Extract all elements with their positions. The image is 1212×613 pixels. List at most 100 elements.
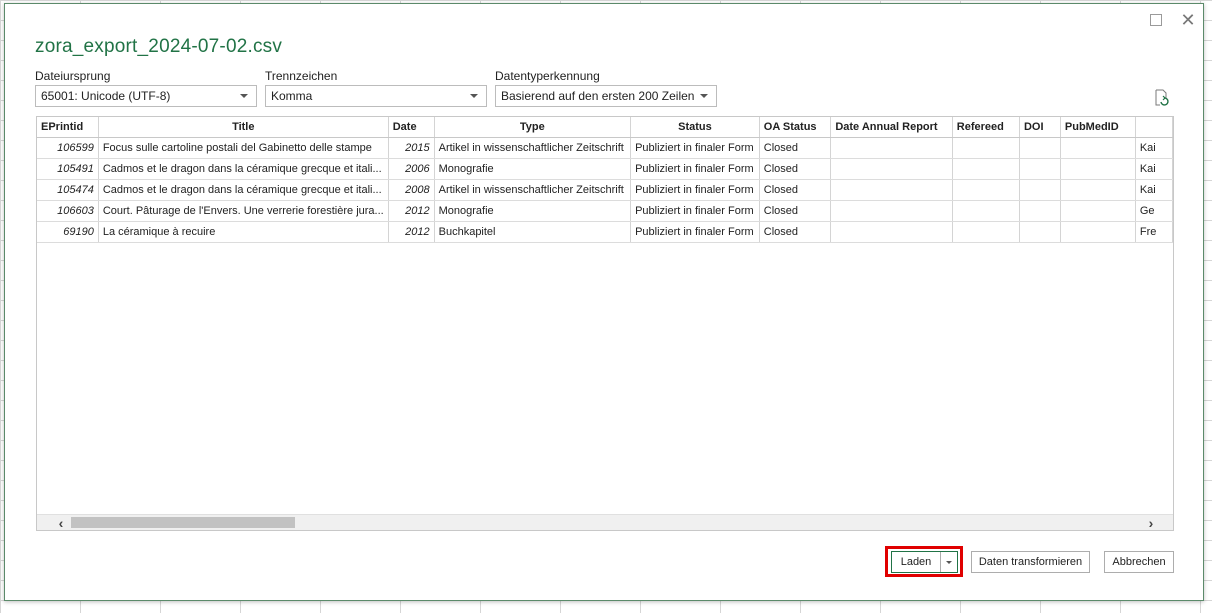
table-cell: Kai [1135, 137, 1173, 159]
preview-grid: EPrintid Title Date Type Status OA Statu… [36, 116, 1174, 531]
column-header[interactable] [1135, 117, 1173, 138]
table-cell: Publiziert in finaler Form [630, 137, 760, 159]
delimiter-select[interactable]: Komma [265, 85, 487, 107]
origin-value: 65001: Unicode (UTF-8) [41, 89, 171, 103]
table-cell [1060, 158, 1136, 180]
column-header[interactable]: PubMedID [1060, 117, 1136, 138]
column-header[interactable]: Title [98, 117, 389, 138]
table-cell: Closed [759, 179, 832, 201]
table-cell: Publiziert in finaler Form [630, 200, 760, 222]
table-cell: 2008 [388, 179, 435, 201]
table-cell: Ge [1135, 200, 1173, 222]
table-row: 105474 Cadmos et le dragon dans la cérami… [37, 179, 1173, 201]
chevron-down-icon [946, 560, 952, 564]
load-options-dropdown[interactable] [941, 552, 957, 572]
load-split-button[interactable]: Laden [891, 551, 958, 573]
dialog-title: zora_export_2024-07-02.csv [35, 36, 283, 57]
column-header[interactable]: Status [630, 117, 760, 138]
maximize-icon[interactable] [1145, 10, 1167, 30]
table-cell [952, 200, 1020, 222]
table-cell [830, 179, 953, 201]
table-cell [830, 158, 953, 180]
import-dialog: ✕ zora_export_2024-07-02.csv Dateiurspru… [4, 3, 1204, 601]
column-header[interactable]: OA Status [759, 117, 832, 138]
chevron-down-icon [240, 94, 248, 98]
table-cell: 105474 [37, 179, 99, 201]
table-cell: 105491 [37, 158, 99, 180]
table-cell: Artikel in wissenschaftlicher Zeitschrif… [434, 179, 632, 201]
preview-table: EPrintid Title Date Type Status OA Statu… [37, 117, 1173, 243]
column-header[interactable]: Type [434, 117, 632, 138]
table-cell: 106599 [37, 137, 99, 159]
table-cell: Focus sulle cartoline postali del Gabine… [98, 137, 389, 159]
table-cell: Fre [1135, 221, 1173, 243]
table-cell: Monografie [434, 158, 632, 180]
table-cell [1060, 221, 1136, 243]
column-header[interactable]: Refereed [952, 117, 1020, 138]
delimiter-label: Trennzeichen [265, 69, 338, 83]
table-cell: Artikel in wissenschaftlicher Zeitschrif… [434, 137, 632, 159]
table-cell: Closed [759, 158, 832, 180]
table-cell [952, 221, 1020, 243]
close-icon[interactable]: ✕ [1177, 10, 1199, 30]
table-cell [952, 158, 1020, 180]
table-cell [1060, 137, 1136, 159]
type-detection-select[interactable]: Basierend auf den ersten 200 Zeilen [495, 85, 717, 107]
chevron-left-icon[interactable]: ‹ [53, 515, 69, 531]
table-cell [1019, 158, 1061, 180]
cancel-button[interactable]: Abbrechen [1104, 551, 1174, 573]
delimiter-value: Komma [271, 89, 313, 103]
table-cell [1060, 200, 1136, 222]
table-cell: Court. Pâturage de l'Envers. Une verreri… [98, 200, 389, 222]
column-header[interactable]: DOI [1019, 117, 1061, 138]
column-header[interactable]: Date [388, 117, 435, 138]
table-cell: Closed [759, 221, 832, 243]
table-cell: Kai [1135, 158, 1173, 180]
table-cell: Closed [759, 200, 832, 222]
table-cell [830, 137, 953, 159]
chevron-right-icon[interactable]: › [1143, 515, 1159, 531]
table-cell [1060, 179, 1136, 201]
table-cell: Cadmos et le dragon dans la céramique gr… [98, 179, 389, 201]
table-row: 106599 Focus sulle cartoline postali del … [37, 137, 1173, 159]
table-cell: 69190 [37, 221, 99, 243]
table-cell [1019, 221, 1061, 243]
table-cell: Buchkapitel [434, 221, 632, 243]
table-row: 105491 Cadmos et le dragon dans la cérami… [37, 158, 1173, 180]
horizontal-scrollbar[interactable]: ‹ › [37, 514, 1173, 530]
table-row: 106603 Court. Pâturage de l'Envers. Une v… [37, 200, 1173, 222]
origin-select[interactable]: 65001: Unicode (UTF-8) [35, 85, 257, 107]
table-cell: 2015 [388, 137, 435, 159]
table-cell: Publiziert in finaler Form [630, 179, 760, 201]
header-row: EPrintid Title Date Type Status OA Statu… [37, 117, 1173, 138]
table-cell: Publiziert in finaler Form [630, 221, 760, 243]
table-cell: Closed [759, 137, 832, 159]
table-cell [952, 179, 1020, 201]
table-cell [952, 137, 1020, 159]
column-header[interactable]: Date Annual Report [830, 117, 953, 138]
type-detection-label: Datentyperkennung [495, 69, 600, 83]
origin-label: Dateiursprung [35, 69, 111, 83]
table-cell: Monografie [434, 200, 632, 222]
table-cell [830, 200, 953, 222]
chevron-down-icon [700, 94, 708, 98]
table-row: 69190 La céramique à recuire 2012 Buchkapit… [37, 221, 1173, 243]
table-cell: Cadmos et le dragon dans la céramique gr… [98, 158, 389, 180]
chevron-down-icon [470, 94, 478, 98]
type-detection-value: Basierend auf den ersten 200 Zeilen [501, 89, 695, 103]
table-cell [1019, 200, 1061, 222]
scrollbar-thumb[interactable] [71, 517, 295, 528]
load-button[interactable]: Laden [892, 552, 941, 572]
table-cell [1019, 137, 1061, 159]
table-cell: 2012 [388, 221, 435, 243]
table-cell: 2012 [388, 200, 435, 222]
table-cell: Kai [1135, 179, 1173, 201]
refresh-icon[interactable] [1153, 89, 1169, 107]
table-cell: La céramique à recuire [98, 221, 389, 243]
column-header[interactable]: EPrintid [37, 117, 99, 138]
table-cell [830, 221, 953, 243]
table-cell: 2006 [388, 158, 435, 180]
transform-data-button[interactable]: Daten transformieren [971, 551, 1090, 573]
table-cell: Publiziert in finaler Form [630, 158, 760, 180]
table-cell: 106603 [37, 200, 99, 222]
